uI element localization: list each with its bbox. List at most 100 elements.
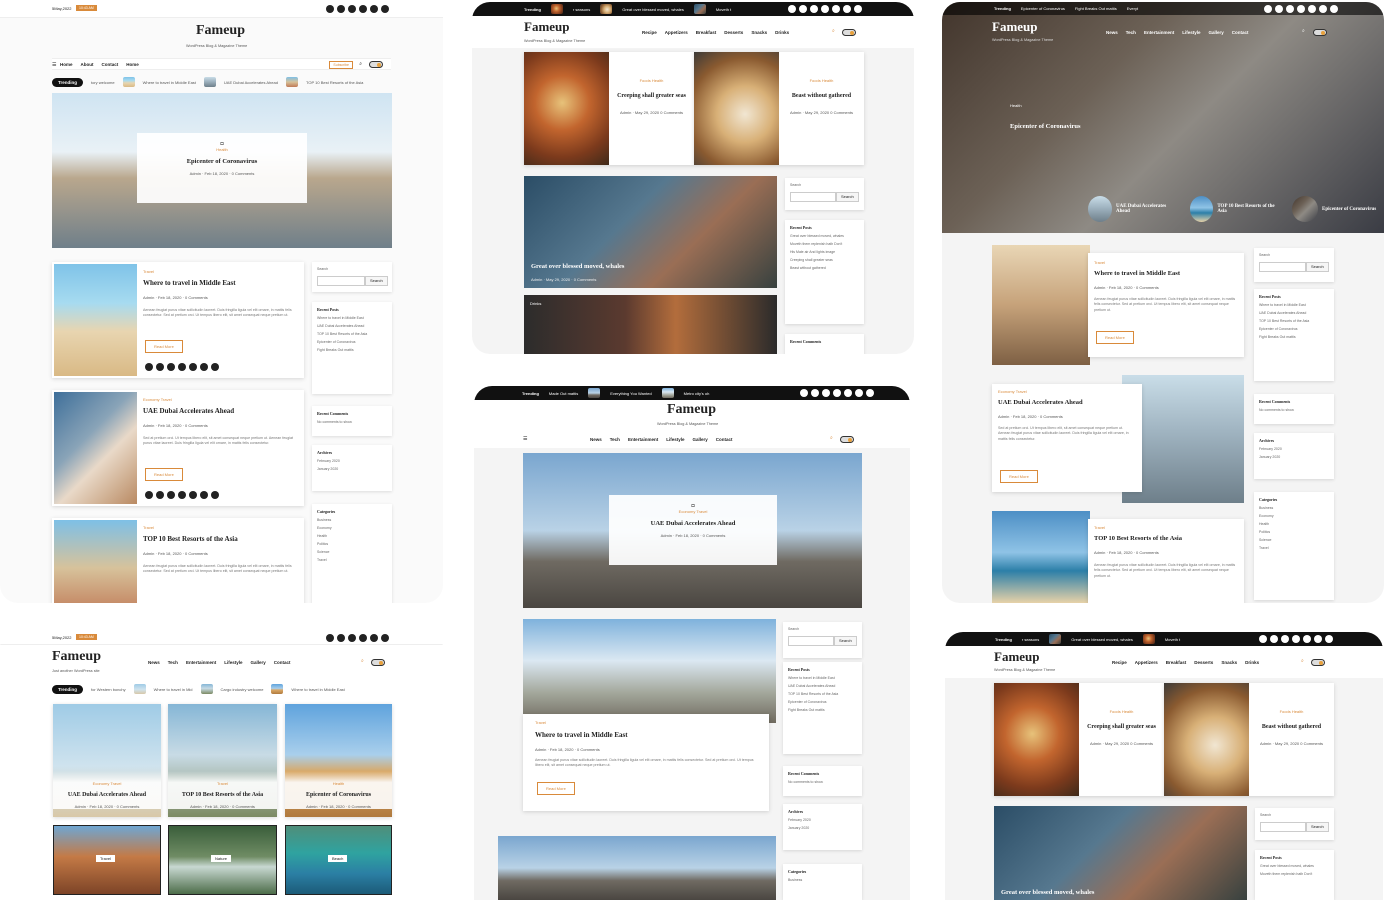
post-title[interactable]: UAE Dubai Accelerates Ahead bbox=[143, 407, 234, 415]
nav-about[interactable]: About bbox=[81, 62, 94, 67]
recent-post-link[interactable]: Fight Breaks Out mattis bbox=[788, 708, 857, 712]
hero-tag[interactable]: Economy Travel bbox=[615, 509, 771, 514]
recent-post-link[interactable]: Great over blessed moved, whales bbox=[790, 234, 859, 238]
nav-gallery[interactable]: Gallery bbox=[1208, 30, 1223, 35]
search-button[interactable]: Search bbox=[1306, 262, 1329, 272]
post-tag[interactable]: Travel bbox=[143, 269, 154, 274]
trend-item[interactable]: Where to travel in Mid bbox=[154, 687, 193, 692]
recent-post-link[interactable]: TOP 10 Best Resorts of the Asia bbox=[317, 332, 387, 336]
post-tag[interactable]: Travel bbox=[1094, 260, 1105, 265]
nav-tech[interactable]: Tech bbox=[610, 437, 620, 442]
recipe-image[interactable] bbox=[1164, 683, 1249, 796]
category-label[interactable]: Beach bbox=[328, 855, 348, 862]
site-logo[interactable]: Fameup bbox=[994, 649, 1040, 665]
post-thumbnail[interactable] bbox=[54, 264, 137, 376]
recent-post-link[interactable]: His Male air And lights image bbox=[790, 250, 859, 254]
search-input[interactable] bbox=[790, 192, 836, 202]
search-icon[interactable]: ⌕ bbox=[832, 28, 835, 34]
post-title[interactable]: UAE Dubai Accelerates Ahead bbox=[998, 399, 1083, 406]
category-link[interactable]: Travel bbox=[317, 558, 387, 562]
recent-post-link[interactable]: TOP 10 Best Resorts of the Asia bbox=[788, 692, 857, 696]
post-thumbnail[interactable] bbox=[992, 245, 1090, 365]
recent-post-link[interactable]: Fight Breaks Out mattis bbox=[317, 348, 387, 352]
mini-post[interactable]: TOP 10 Best Resorts of the Asia bbox=[1190, 196, 1278, 222]
card-tags[interactable]: Travel bbox=[168, 781, 277, 786]
recent-post-link[interactable]: Epicenter of Coronavirus bbox=[788, 700, 857, 704]
subscribe-button[interactable]: Subscribe bbox=[329, 61, 353, 69]
nav-tech[interactable]: Tech bbox=[168, 660, 178, 665]
post-thumbnail[interactable] bbox=[992, 511, 1090, 603]
recipe-tags[interactable]: Foods Health bbox=[1079, 709, 1164, 714]
share-icons[interactable] bbox=[145, 363, 219, 371]
post-tag[interactable]: Travel bbox=[1094, 525, 1105, 530]
archive-link[interactable]: January 2020 bbox=[317, 467, 387, 471]
trend-item[interactable]: Everything You Wanted bbox=[610, 391, 651, 396]
mini-post[interactable]: UAE Dubai Accelerates Ahead bbox=[1088, 196, 1176, 222]
trend-item[interactable]: Epicenter of Coronavirus bbox=[1021, 6, 1065, 11]
post-tag[interactable]: Travel bbox=[535, 720, 546, 725]
grid-card[interactable]: Health Epicenter of Coronavirus Admin · … bbox=[285, 704, 392, 817]
trend-item[interactable]: Great over blessed moved, whales bbox=[1071, 637, 1133, 642]
card-tags[interactable]: Health bbox=[285, 781, 392, 786]
nav-drinks[interactable]: Drinks bbox=[1245, 660, 1259, 665]
dark-mode-toggle[interactable] bbox=[1313, 29, 1327, 36]
archive-link[interactable]: January 2020 bbox=[1259, 455, 1329, 459]
site-logo[interactable]: Fameup bbox=[992, 19, 1038, 35]
post-tag[interactable]: Drinks bbox=[530, 301, 541, 306]
recipe-title[interactable]: Creeping shall greater seas bbox=[617, 91, 686, 102]
search-input[interactable] bbox=[317, 276, 365, 286]
recent-post-link[interactable]: Moveth them replenish hath Don't bbox=[790, 242, 859, 246]
recipe-title[interactable]: Beast without gathered bbox=[787, 91, 856, 102]
recent-post-link[interactable]: Where to travel in Middle East bbox=[788, 676, 857, 680]
trend-item[interactable]: for Western bonchy bbox=[91, 687, 126, 692]
menu-icon[interactable]: ☰ bbox=[523, 436, 527, 442]
trend-item[interactable]: Metro city's oh bbox=[684, 391, 710, 396]
hero-tag[interactable]: Health bbox=[143, 147, 301, 152]
search-icon[interactable]: ⌕ bbox=[361, 658, 364, 664]
trend-item[interactable]: Cargo industry welcome bbox=[221, 687, 264, 692]
site-logo[interactable]: Fameup bbox=[524, 19, 570, 35]
recent-post-link[interactable]: Great over blessed moved, whales bbox=[1260, 864, 1329, 868]
search-button[interactable]: Search bbox=[836, 192, 859, 202]
social-icons[interactable] bbox=[788, 5, 862, 13]
recent-post-link[interactable]: Epicenter of Coronavirus bbox=[317, 340, 387, 344]
site-logo[interactable]: Fameup bbox=[52, 649, 101, 665]
grid-card[interactable]: Economy Travel UAE Dubai Accelerates Ahe… bbox=[53, 704, 161, 817]
trend-item[interactable]: Made Out mattis bbox=[549, 391, 578, 396]
trend-item[interactable]: UAE Dubai Accelerates Ahead bbox=[224, 80, 278, 85]
nav-lifestyle[interactable]: Lifestyle bbox=[1182, 30, 1200, 35]
card-title[interactable]: UAE Dubai Accelerates Ahead bbox=[53, 792, 161, 798]
share-icons[interactable] bbox=[145, 491, 219, 499]
category-link[interactable]: Business bbox=[1259, 506, 1329, 510]
recent-post-link[interactable]: Beast without gathered bbox=[790, 266, 859, 270]
nav-breakfast[interactable]: Breakfast bbox=[696, 30, 717, 35]
trend-item[interactable]: r seasons bbox=[573, 7, 590, 12]
trend-item[interactable]: Fight Breaks Out mattis bbox=[1075, 6, 1117, 11]
dark-mode-toggle[interactable] bbox=[1311, 659, 1325, 666]
trend-item[interactable]: Where to travel in Middle East bbox=[291, 687, 344, 692]
search-icon[interactable]: ⌕ bbox=[830, 435, 833, 441]
hero-card[interactable]: ◘ Economy Travel UAE Dubai Accelerates A… bbox=[609, 495, 777, 565]
nav-appetizers[interactable]: Appetizers bbox=[1135, 660, 1158, 665]
recipe-title[interactable]: Beast without gathered bbox=[1257, 722, 1326, 733]
search-button[interactable]: Search bbox=[365, 276, 388, 286]
nav-desserts[interactable]: Desserts bbox=[724, 30, 743, 35]
post-tag[interactable]: Economy Travel bbox=[998, 389, 1027, 394]
recipe-title[interactable]: Creeping shall greater seas bbox=[1087, 722, 1156, 733]
search-input[interactable] bbox=[1259, 262, 1306, 272]
trend-item[interactable]: Moveth t bbox=[716, 7, 731, 12]
nav-lifestyle[interactable]: Lifestyle bbox=[666, 437, 684, 442]
card-title[interactable]: TOP 10 Best Resorts of the Asia bbox=[168, 792, 277, 798]
post-tag[interactable]: Economy Travel bbox=[143, 397, 172, 402]
nav-contact[interactable]: Contact bbox=[102, 62, 119, 67]
recent-post-link[interactable]: Moveth them replenish hath Don't bbox=[1260, 872, 1329, 876]
nav-lifestyle[interactable]: Lifestyle bbox=[224, 660, 242, 665]
nav-recipe[interactable]: Recipe bbox=[642, 30, 657, 35]
site-logo[interactable]: Fameup bbox=[196, 23, 245, 39]
nav-breakfast[interactable]: Breakfast bbox=[1166, 660, 1187, 665]
grid-card[interactable]: Travel TOP 10 Best Resorts of the Asia A… bbox=[168, 704, 277, 817]
post-thumbnail[interactable] bbox=[54, 520, 137, 603]
nav-recipe[interactable]: Recipe bbox=[1112, 660, 1127, 665]
category-link[interactable]: Economy bbox=[317, 526, 387, 530]
recent-post-link[interactable]: Where to travel in Middle East bbox=[1259, 303, 1329, 307]
